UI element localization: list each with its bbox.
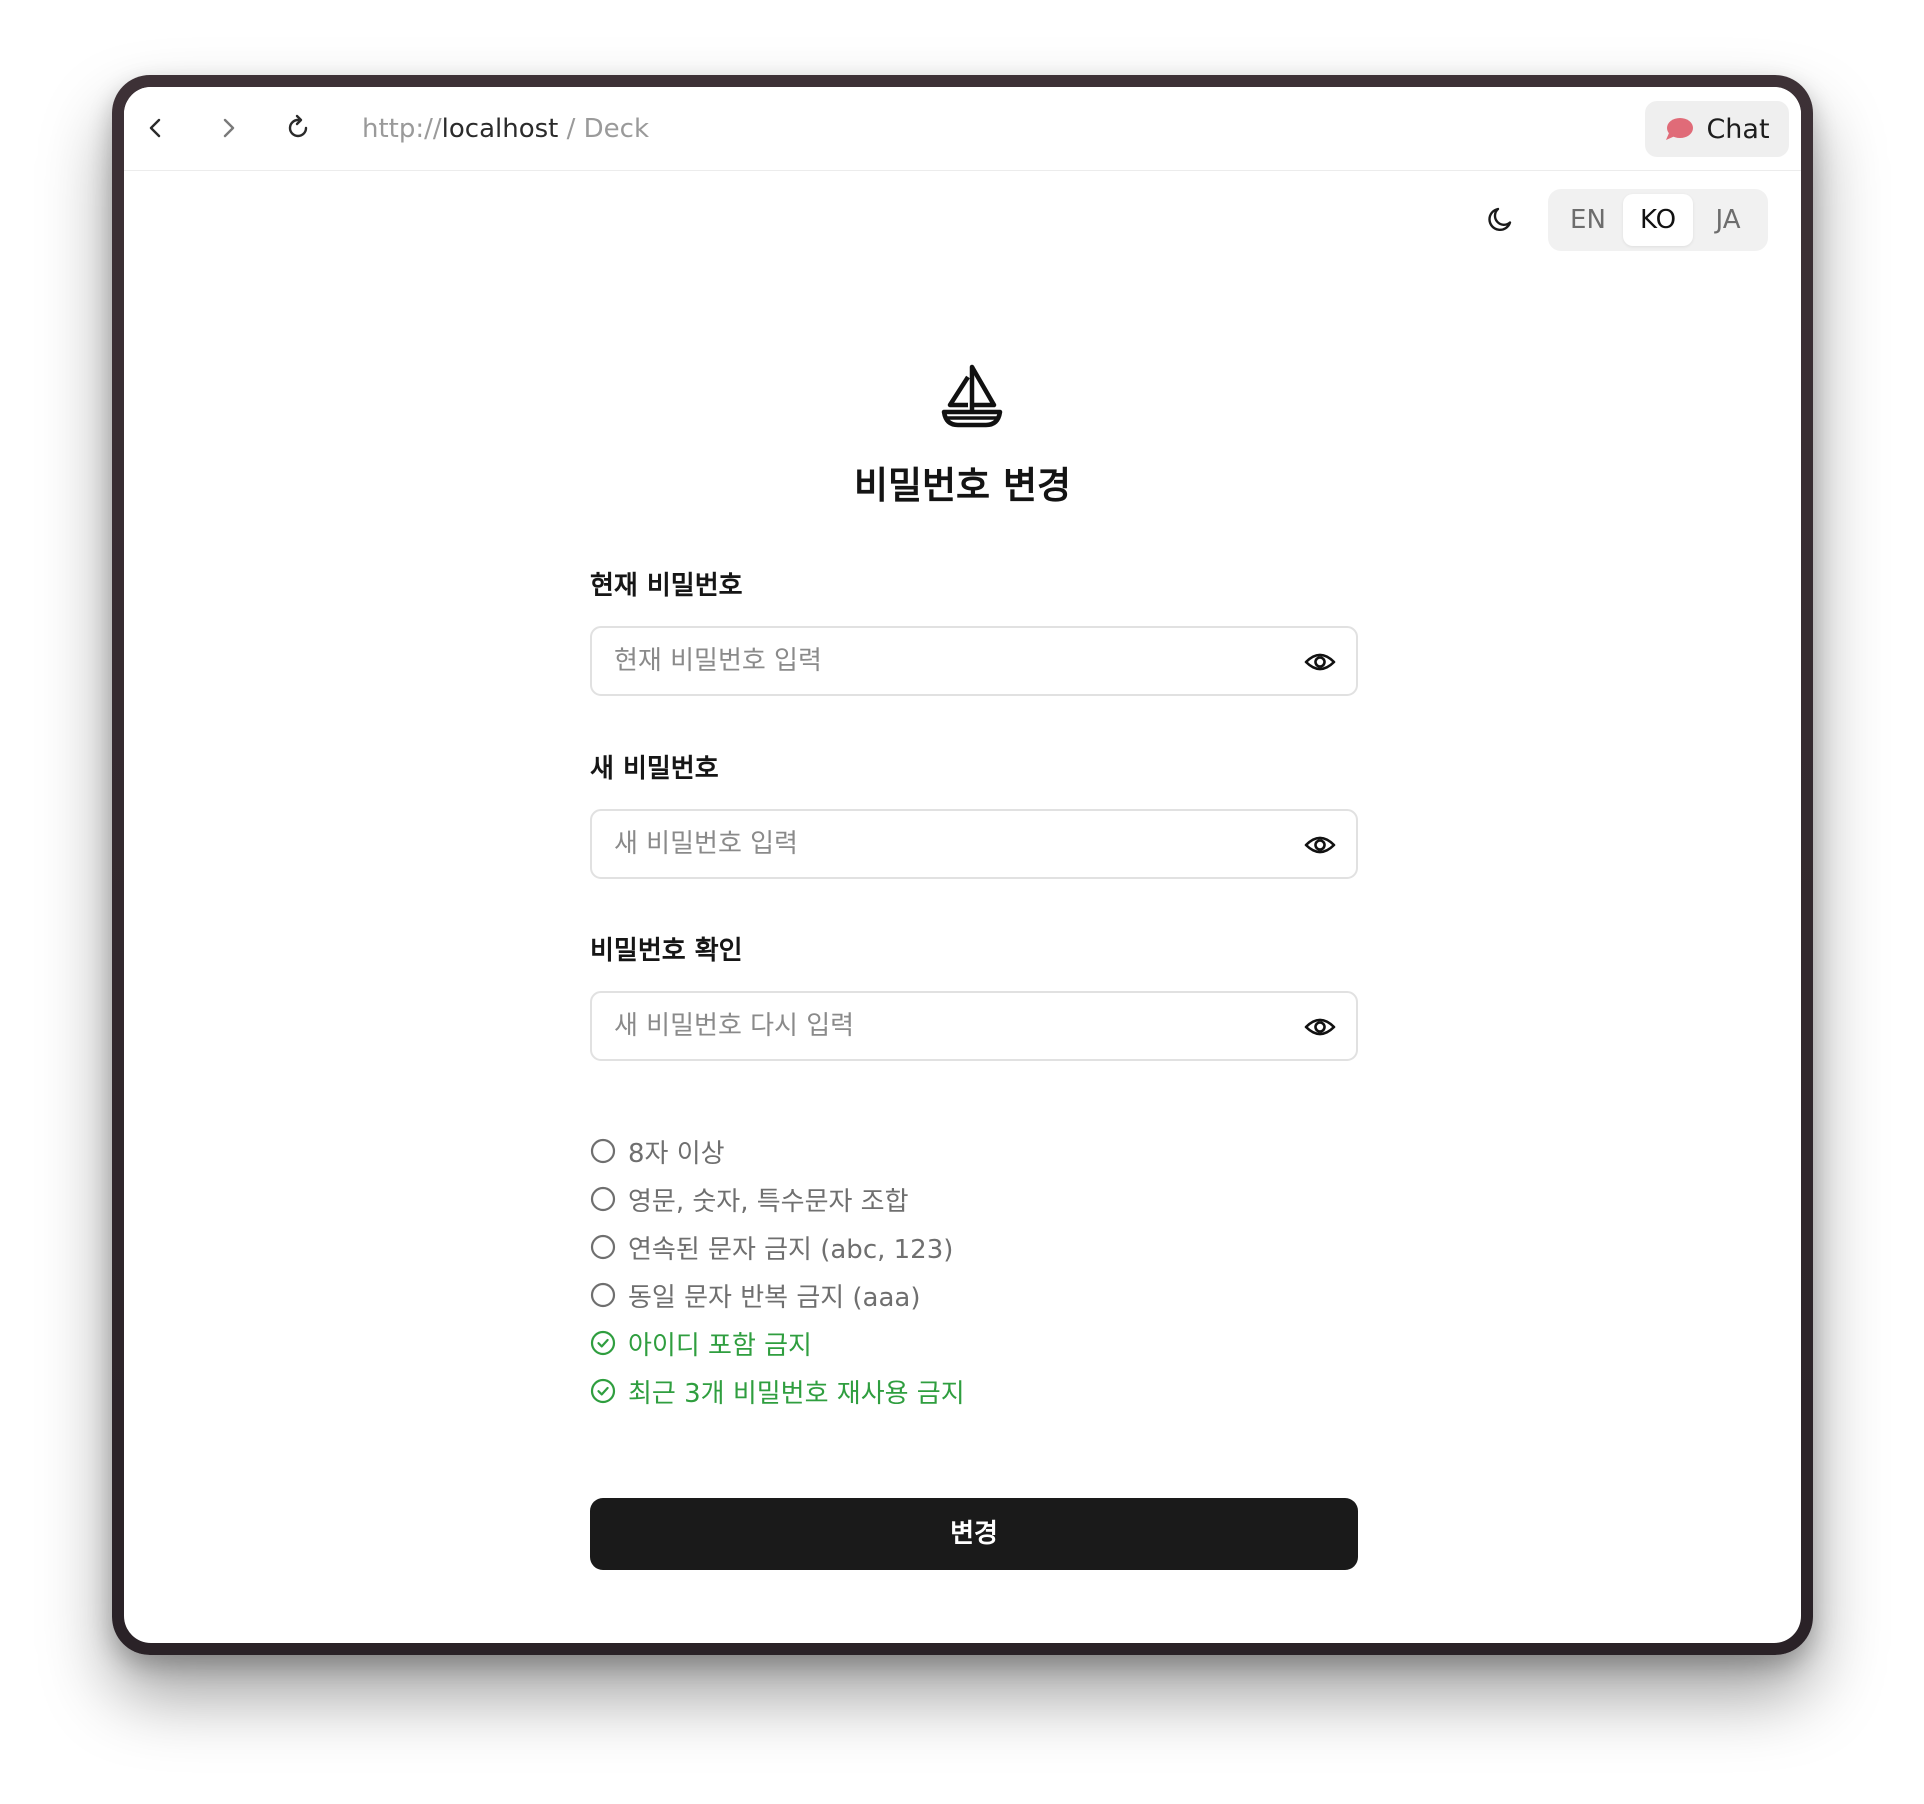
new-password-field [590, 809, 1358, 879]
rule-item: 아이디 포함 금지 [590, 1319, 1358, 1367]
theme-toggle-button[interactable] [1479, 197, 1523, 241]
current-password-label: 현재 비밀번호 [590, 571, 743, 601]
page-title: 비밀번호 변경 [853, 464, 1072, 507]
check-circle-icon [590, 1378, 616, 1404]
rule-item: 영문, 숫자, 특수문자 조합 [590, 1175, 1358, 1223]
url-path: / Deck [558, 114, 650, 144]
circle-icon [590, 1186, 616, 1212]
reload-button[interactable] [278, 108, 318, 148]
rule-item: 동일 문자 반복 금지 (aaa) [590, 1271, 1358, 1319]
show-current-password-button[interactable] [1302, 645, 1338, 679]
eye-icon [1304, 836, 1336, 854]
current-password-field [590, 626, 1358, 696]
new-password-label: 새 비밀번호 [590, 754, 719, 784]
chevron-right-icon [223, 118, 235, 138]
forward-button[interactable] [208, 108, 248, 148]
circle-icon [590, 1138, 616, 1164]
rule-item: 8자 이상 [590, 1127, 1358, 1175]
rule-text: 8자 이상 [628, 1138, 725, 1169]
circle-icon [590, 1282, 616, 1308]
rule-item: 최근 3개 비밀번호 재사용 금지 [590, 1367, 1358, 1415]
lang-ko-button[interactable]: KO [1623, 194, 1693, 246]
url-host: localhost [441, 114, 559, 144]
back-button[interactable] [136, 108, 176, 148]
circle-icon [590, 1234, 616, 1260]
address-bar[interactable]: http://localhost / Deck [362, 111, 649, 147]
new-password-input[interactable] [614, 811, 1274, 877]
lang-en-button[interactable]: EN [1553, 194, 1623, 246]
eye-icon [1304, 653, 1336, 671]
rule-text: 동일 문자 반복 금지 (aaa) [628, 1282, 921, 1313]
confirm-password-label: 비밀번호 확인 [590, 936, 743, 966]
show-confirm-password-button[interactable] [1302, 1010, 1338, 1044]
confirm-password-field [590, 991, 1358, 1061]
show-new-password-button[interactable] [1302, 828, 1338, 862]
lang-ja-button[interactable]: JA [1693, 194, 1763, 246]
sailboat-icon [941, 364, 1003, 428]
rule-item: 연속된 문자 금지 (abc, 123) [590, 1223, 1358, 1271]
browser-toolbar: http://localhost / Deck Chat [124, 87, 1801, 171]
chat-button[interactable]: Chat [1645, 101, 1789, 157]
url-scheme: http:// [362, 114, 442, 144]
rule-text: 아이디 포함 금지 [628, 1330, 812, 1361]
device-frame: http://localhost / Deck Chat EN KO JA 비밀… [112, 75, 1813, 1655]
speech-bubble-icon [1666, 118, 1694, 140]
eye-icon [1304, 1018, 1336, 1036]
reload-icon [288, 114, 308, 138]
chat-button-label: Chat [1706, 113, 1770, 145]
password-rules: 8자 이상 영문, 숫자, 특수문자 조합 연속된 문자 금지 (abc, 12… [590, 1127, 1358, 1415]
moon-icon [1488, 207, 1512, 231]
rule-text: 영문, 숫자, 특수문자 조합 [628, 1186, 909, 1217]
confirm-password-input[interactable] [614, 993, 1274, 1059]
language-switcher: EN KO JA [1548, 189, 1768, 251]
browser-window: http://localhost / Deck Chat EN KO JA 비밀… [124, 87, 1801, 1643]
change-password-button[interactable]: 변경 [590, 1498, 1358, 1570]
rule-text: 연속된 문자 금지 (abc, 123) [628, 1234, 954, 1265]
check-circle-icon [590, 1330, 616, 1356]
current-password-input[interactable] [614, 628, 1274, 694]
chevron-left-icon [149, 118, 161, 138]
rule-text: 최근 3개 비밀번호 재사용 금지 [628, 1378, 965, 1409]
